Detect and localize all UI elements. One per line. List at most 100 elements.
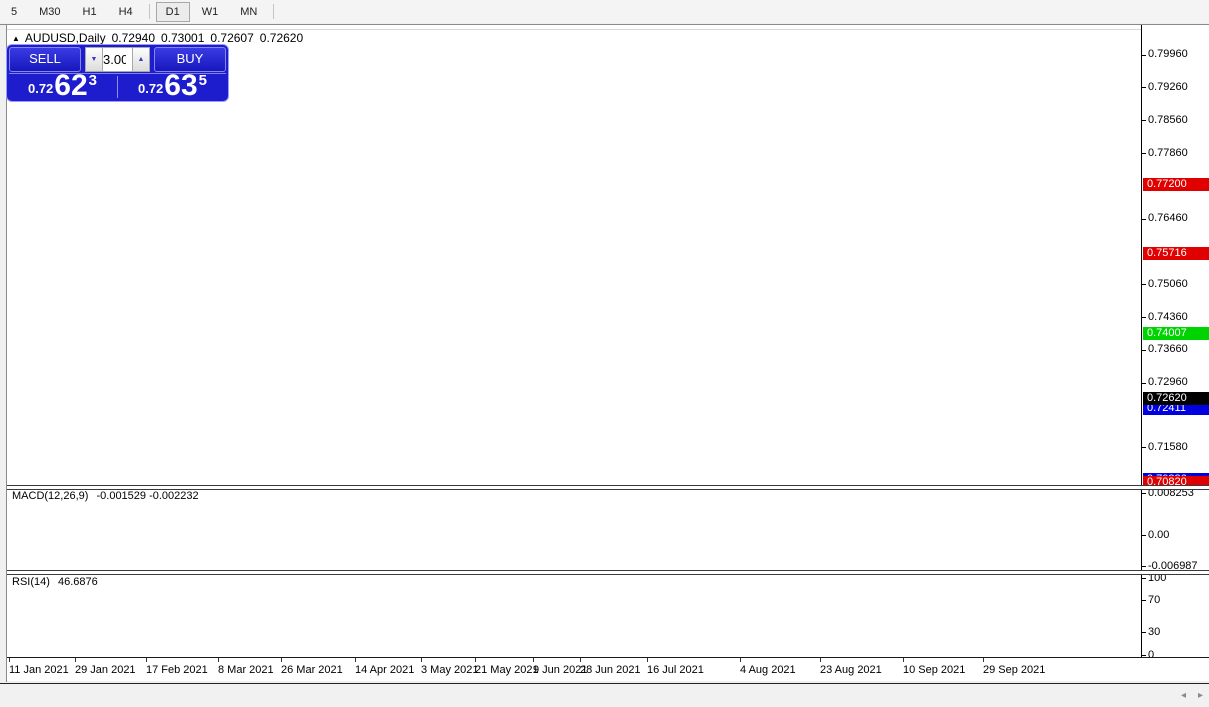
macd-indicator-label: MACD(12,26,9) -0.001529 -0.002232	[12, 490, 199, 502]
level-price-badge: 0.74007	[1143, 327, 1209, 340]
trading-platform-window: 5 M30 H1 H4 D1 W1 MN ▲ AUDUSD,Daily 0.72940 0.…	[0, 0, 1209, 707]
one-click-trading-panel: SELL ▼ ▲ BUY 0.72 62 3 0.72 63 5	[6, 44, 229, 102]
date-tick-label: 4 Aug 2021	[740, 664, 796, 676]
current-price-badge: 0.72620	[1143, 392, 1209, 405]
bar-close: 0.72620	[259, 31, 304, 45]
window-top-border	[0, 24, 1209, 25]
price-tick-label: 0.71580	[1148, 441, 1188, 453]
bar-high: 0.73001	[161, 31, 205, 45]
price-tick-label: 0.76460	[1148, 212, 1188, 224]
date-tick-mark	[75, 658, 76, 662]
macd-values: -0.001529 -0.002232	[96, 490, 199, 502]
price-tick-mark	[1142, 153, 1146, 154]
time-axis-line	[7, 657, 1209, 658]
date-tick-mark	[647, 658, 648, 662]
date-tick-mark	[740, 658, 741, 662]
date-tick-label: 26 Mar 2021	[281, 664, 343, 676]
volume-down-icon[interactable]: ▼	[85, 47, 103, 72]
volume-up-icon[interactable]: ▲	[132, 47, 150, 72]
date-tick-mark	[146, 658, 147, 662]
level-price-badge: 0.75716	[1143, 247, 1209, 260]
timeframe-button-d1[interactable]: D1	[155, 1, 190, 22]
date-tick-mark	[983, 658, 984, 662]
date-tick-label: 11 Jan 2021	[9, 664, 69, 676]
price-divider	[117, 76, 118, 98]
panel-collapse-icon[interactable]: ▲	[12, 34, 20, 43]
date-tick-mark	[820, 658, 821, 662]
date-tick-label: 29 Jan 2021	[75, 664, 136, 676]
date-tick-mark	[281, 658, 282, 662]
timeframe-button-m30[interactable]: M30	[29, 2, 70, 22]
price-tick-mark	[1142, 284, 1146, 285]
chart-tabs: ◂ ▸	[0, 684, 1209, 707]
date-tick-label: 17 Feb 2021	[146, 664, 208, 676]
price-tick-label: 0.73660	[1148, 343, 1188, 355]
level-price-badge: 0.77200	[1143, 178, 1209, 191]
sell-price-display[interactable]: 0.72 62 3	[9, 69, 116, 102]
macd-scale-label-tick	[1142, 493, 1146, 494]
date-tick-mark	[580, 658, 581, 662]
timeframe-button-h4[interactable]: H4	[109, 2, 143, 22]
toolbar-separator	[273, 4, 275, 19]
date-tick-label: 21 May 2021	[475, 664, 539, 676]
date-tick-mark	[218, 658, 219, 662]
macd-scale-label-tick	[1142, 566, 1146, 567]
macd-scale-label: 0.00	[1148, 529, 1170, 541]
price-tick-label: 0.78560	[1148, 114, 1188, 126]
price-tick-mark	[1142, 120, 1146, 121]
volume-input[interactable]	[103, 47, 132, 72]
price-tick-mark	[1142, 55, 1146, 56]
timeframe-button-w1[interactable]: W1	[192, 2, 229, 22]
macd-name: MACD(12,26,9)	[12, 490, 89, 502]
price-tick-label: 0.77860	[1148, 147, 1188, 159]
buy-price-display[interactable]: 0.72 63 5	[119, 69, 226, 102]
price-tick-mark	[1142, 219, 1146, 220]
price-tick-mark	[1142, 383, 1146, 384]
timeframe-button-h1[interactable]: H1	[73, 2, 107, 22]
date-axis[interactable]: 11 Jan 2021 29 Jan 2021 17 Feb 2021 8 Mar 2…	[7, 658, 1209, 681]
sell-price-big: 62	[54, 69, 88, 102]
sell-price-pip: 3	[88, 72, 98, 89]
timeframe-toolbar: 5 M30 H1 H4 D1 W1 MN	[0, 0, 1209, 23]
chart-title: ▲ AUDUSD,Daily 0.72940 0.73001 0.72607 0…	[12, 31, 303, 45]
toolbar-separator	[148, 4, 150, 19]
date-tick-label: 3 May 2021	[421, 664, 479, 676]
tabs-scroll-right-icon[interactable]: ▸	[1198, 690, 1203, 701]
window-left-border	[6, 24, 7, 682]
price-tick-label: 0.74360	[1148, 311, 1188, 323]
price-tick-mark	[1142, 317, 1146, 318]
price-tick-label: 0.75060	[1148, 278, 1188, 290]
rsi-scale-label: 30	[1148, 626, 1161, 638]
rsi-panel-splitter[interactable]	[7, 570, 1209, 575]
bar-low: 0.72607	[210, 31, 254, 45]
chart-canvas[interactable]	[0, 0, 1209, 707]
rsi-value: 46.6876	[57, 576, 98, 588]
price-tick-mark	[1142, 447, 1146, 448]
date-tick-mark	[9, 658, 10, 662]
buy-price-big: 63	[164, 69, 198, 102]
date-tick-label: 10 Sep 2021	[903, 664, 966, 676]
tabs-scroll-left-icon[interactable]: ◂	[1181, 690, 1186, 701]
buy-price-pip: 5	[198, 72, 208, 89]
macd-scale-label-tick	[1142, 535, 1146, 536]
timeframe-button-mn[interactable]: MN	[230, 2, 267, 22]
buy-price-prefix: 0.72	[137, 81, 164, 96]
date-tick-label: 28 Jun 2021	[580, 664, 641, 676]
price-tick-label: 0.79260	[1148, 81, 1188, 93]
bar-open: 0.72940	[111, 31, 155, 45]
rsi-scale-label: 70	[1148, 594, 1161, 606]
rsi-scale-label-tick	[1142, 632, 1146, 633]
volume-spinner: ▼ ▲	[85, 47, 150, 72]
date-tick-mark	[903, 658, 904, 662]
date-tick-label: 8 Mar 2021	[218, 664, 274, 676]
date-tick-mark	[533, 658, 534, 662]
rsi-scale-label-tick	[1142, 578, 1146, 579]
date-tick-label: 23 Aug 2021	[820, 664, 882, 676]
rsi-indicator-label: RSI(14) 46.6876	[12, 576, 98, 588]
price-axis[interactable]: 0.79960 0.79260 0.78560 0.77860 0.76460 0.750…	[1141, 25, 1209, 661]
price-tick-label: 0.72960	[1148, 376, 1188, 388]
timeframe-button-5[interactable]: 5	[1, 2, 27, 22]
sell-price-prefix: 0.72	[27, 81, 54, 96]
date-tick-label: 16 Jul 2021	[647, 664, 704, 676]
price-tick-mark	[1142, 350, 1146, 351]
